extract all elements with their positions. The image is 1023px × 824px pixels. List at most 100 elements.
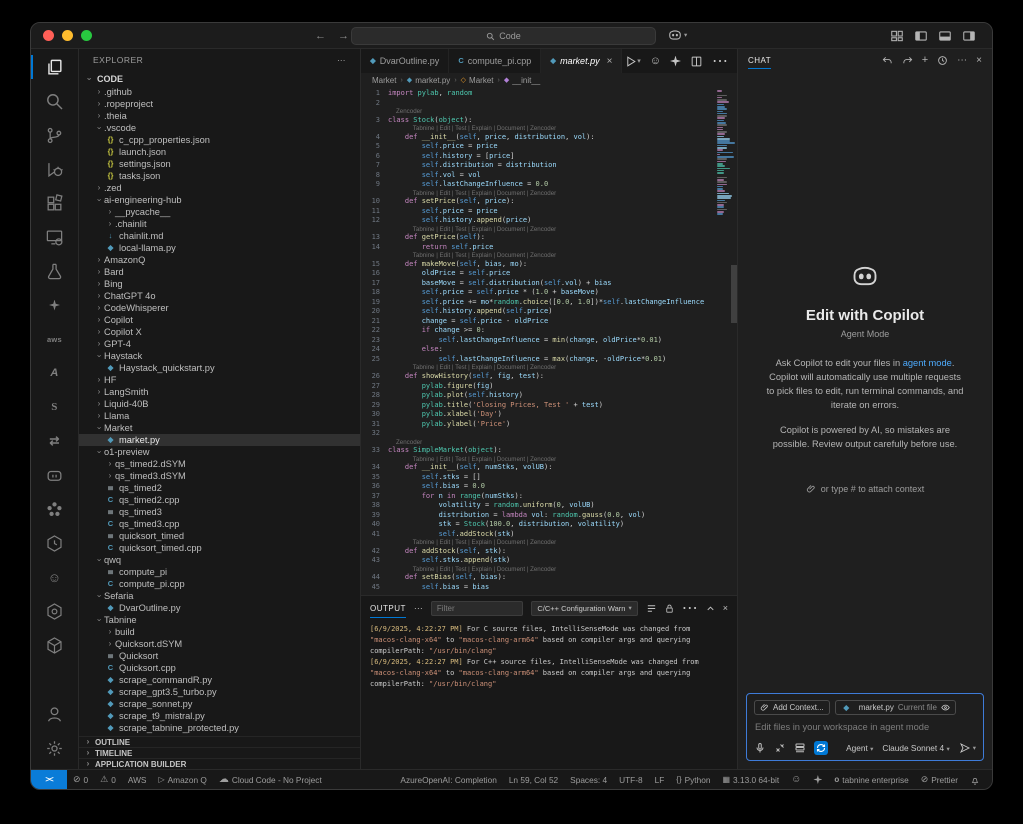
tree-item-scrape-sonnet.py[interactable]: ◆scrape_sonnet.py bbox=[79, 698, 360, 710]
code-line-8[interactable]: 8 self.vol = vol bbox=[361, 171, 716, 181]
toggle-secondary-sidebar-icon[interactable] bbox=[962, 29, 976, 43]
codelens-actions[interactable]: Tabnine | Edit | Test | Explain | Docume… bbox=[361, 125, 716, 133]
remote-indicator[interactable]: >< bbox=[31, 770, 67, 789]
tree-item-.zed[interactable]: ›.zed bbox=[79, 182, 360, 194]
code-line-1[interactable]: 1import pylab, random bbox=[361, 89, 716, 99]
code-line-11[interactable]: 11 self.price = price bbox=[361, 207, 716, 217]
tree-item-.theia[interactable]: ›.theia bbox=[79, 110, 360, 122]
breadcrumb-item-market[interactable]: Market bbox=[372, 76, 396, 85]
tree-item-haystack-quickstart.py[interactable]: ◆Haystack_quickstart.py bbox=[79, 362, 360, 374]
tree-item-gpt-4[interactable]: ›GPT-4 bbox=[79, 338, 360, 350]
activity-item-package-extension[interactable] bbox=[31, 628, 78, 662]
code-line-34[interactable]: 34 def __init__(self, numStks, volUB): bbox=[361, 463, 716, 473]
command-center-search[interactable]: Code bbox=[351, 27, 656, 45]
breadcrumb-item-market.py[interactable]: ◆market.py bbox=[407, 76, 451, 85]
status-amazon-q[interactable]: ▷Amazon Q bbox=[152, 770, 212, 789]
tab-compute_pi.cpp[interactable]: Ccompute_pi.cpp bbox=[449, 49, 541, 73]
tree-item-.ropeproject[interactable]: ›.ropeproject bbox=[79, 98, 360, 110]
tree-item-codewhisperer[interactable]: ›CodeWhisperer bbox=[79, 302, 360, 314]
copilot-menu-button[interactable]: ▾ bbox=[668, 28, 687, 42]
tree-item-chatgpt-4o[interactable]: ›ChatGPT 4o bbox=[79, 290, 360, 302]
code-line-7[interactable]: 7 self.distribution = distribution bbox=[361, 161, 716, 171]
code-line-14[interactable]: 14 return self.price bbox=[361, 243, 716, 253]
tree-item-quicksort.cpp[interactable]: CQuicksort.cpp bbox=[79, 662, 360, 674]
tree-item-haystack[interactable]: ›Haystack bbox=[79, 350, 360, 362]
tree-item-market.py[interactable]: ◆market.py bbox=[79, 434, 360, 446]
code-line-15[interactable]: 15 def makeMove(self, bias, mo): bbox=[361, 260, 716, 270]
tab-dvaroutline.py[interactable]: ◆DvarOutline.py bbox=[361, 49, 449, 73]
tree-item-.github[interactable]: ›.github bbox=[79, 86, 360, 98]
tab-output[interactable]: OUTPUT bbox=[370, 599, 406, 618]
tree-item-.vscode[interactable]: ›.vscode bbox=[79, 122, 360, 134]
activity-item-aws-toolkit[interactable]: aws bbox=[31, 322, 78, 356]
code-line-41[interactable]: 41 self.addStock(stk) bbox=[361, 530, 716, 540]
explorer-actions-icon[interactable]: ⋯ bbox=[337, 55, 346, 66]
codelens-actions[interactable]: Zencoder bbox=[361, 108, 716, 116]
chat-more-icon[interactable]: ⋯ bbox=[957, 55, 967, 66]
code-line-22[interactable]: 22 if change >= 0: bbox=[361, 326, 716, 336]
add-context-button[interactable]: Add Context... bbox=[754, 700, 830, 715]
code-line-30[interactable]: 30 pylab.xlabel('Day') bbox=[361, 410, 716, 420]
panel-actions-icon[interactable]: ⋯ bbox=[682, 598, 698, 618]
codelens-actions[interactable]: Tabnine | Edit | Test | Explain | Docume… bbox=[361, 456, 716, 464]
tree-item-compute-pi[interactable]: ≣compute_pi bbox=[79, 566, 360, 578]
tree-item-build[interactable]: ›build bbox=[79, 626, 360, 638]
undo-icon[interactable] bbox=[882, 55, 893, 66]
code-line-44[interactable]: 44 def setBias(self, bias): bbox=[361, 573, 716, 583]
code-line-38[interactable]: 38 volatility = random.uniform(0, volUB) bbox=[361, 501, 716, 511]
close-tab-icon[interactable]: × bbox=[607, 56, 613, 67]
codelens-actions[interactable]: Tabnine | Edit | Test | Explain | Docume… bbox=[361, 364, 716, 372]
code-line-42[interactable]: 42 def addStock(self, stk): bbox=[361, 547, 716, 557]
new-chat-icon[interactable]: + bbox=[922, 54, 928, 66]
breadcrumb-item-market[interactable]: ◇Market bbox=[461, 76, 494, 85]
redo-icon[interactable] bbox=[902, 55, 913, 66]
activity-item-robot-chat[interactable] bbox=[31, 458, 78, 492]
sparkle-action-icon[interactable] bbox=[670, 56, 681, 67]
tree-item-quicksort-timed.cpp[interactable]: Cquicksort_timed.cpp bbox=[79, 542, 360, 554]
sync-icon[interactable] bbox=[814, 741, 828, 755]
status-language-mode[interactable]: {}Python bbox=[670, 770, 716, 789]
tree-item-qs-timed2.dsym[interactable]: ›qs_timed2.dSYM bbox=[79, 458, 360, 470]
codelens-actions[interactable]: Tabnine | Edit | Test | Explain | Docume… bbox=[361, 226, 716, 234]
status-python-version[interactable]: ▦3.13.0 64-bit bbox=[716, 770, 785, 789]
code-line-12[interactable]: 12 self.history.append(price) bbox=[361, 216, 716, 226]
code-line-33[interactable]: 33class SimpleMarket(object): bbox=[361, 446, 716, 456]
tree-item-qs-timed3.cpp[interactable]: Cqs_timed3.cpp bbox=[79, 518, 360, 530]
code-line-3[interactable]: 3class Stock(object): bbox=[361, 116, 716, 126]
output-channel-select[interactable]: C/C++ Configuration Warn ▾ bbox=[531, 601, 637, 616]
tree-item-quicksort.dsym[interactable]: ›Quicksort.dSYM bbox=[79, 638, 360, 650]
activity-item-source-control[interactable] bbox=[31, 118, 78, 152]
split-editor-icon[interactable] bbox=[690, 55, 703, 68]
chat-message-input[interactable]: Edit files in your workspace in agent mo… bbox=[755, 722, 975, 732]
codelens-actions[interactable]: Tabnine | Edit | Test | Explain | Docume… bbox=[361, 190, 716, 198]
activity-item-run-and-debug[interactable] bbox=[31, 152, 78, 186]
code-line-43[interactable]: 43 self.stks.append(stk) bbox=[361, 556, 716, 566]
activity-item-testing[interactable] bbox=[31, 254, 78, 288]
tab-market.py[interactable]: ◆market.py× bbox=[541, 49, 622, 73]
status-eol[interactable]: LF bbox=[649, 770, 671, 789]
mic-icon[interactable] bbox=[754, 742, 766, 754]
output-log[interactable]: [6/9/2025, 4:22:27 PM] For C source file… bbox=[361, 620, 737, 769]
customize-layout-icon[interactable] bbox=[890, 29, 904, 43]
status-problems-errors[interactable]: ⊘0 bbox=[67, 770, 94, 789]
status-cloud-code[interactable]: ☁Cloud Code - No Project bbox=[213, 770, 328, 789]
chat-history-icon[interactable] bbox=[937, 55, 948, 66]
editor-scrollbar[interactable] bbox=[731, 265, 737, 323]
code-line-40[interactable]: 40 stk = Stock(100.0, distribution, vola… bbox=[361, 520, 716, 530]
status-sparkle[interactable] bbox=[807, 770, 828, 789]
tree-item-bing[interactable]: ›Bing bbox=[79, 278, 360, 290]
tree-item-langsmith[interactable]: ›LangSmith bbox=[79, 386, 360, 398]
tree-item-qs-timed3[interactable]: ≣qs_timed3 bbox=[79, 506, 360, 518]
current-file-chip[interactable]: ◆ market.py Current file bbox=[835, 700, 956, 715]
lock-scroll-icon[interactable] bbox=[664, 603, 675, 614]
code-line-13[interactable]: 13 def getPrice(self): bbox=[361, 233, 716, 243]
code-line-2[interactable]: 2 bbox=[361, 99, 716, 109]
activity-item-azure[interactable]: A bbox=[31, 356, 78, 390]
code-line-27[interactable]: 27 pylab.figure(fig) bbox=[361, 382, 716, 392]
tree-item-launch.json[interactable]: {}launch.json bbox=[79, 146, 360, 158]
close-window-button[interactable] bbox=[43, 30, 54, 41]
status-indentation[interactable]: Spaces: 4 bbox=[564, 770, 613, 789]
minimize-window-button[interactable] bbox=[62, 30, 73, 41]
mcp-servers-icon[interactable] bbox=[794, 742, 806, 754]
nav-forward-icon[interactable]: → bbox=[338, 30, 349, 42]
